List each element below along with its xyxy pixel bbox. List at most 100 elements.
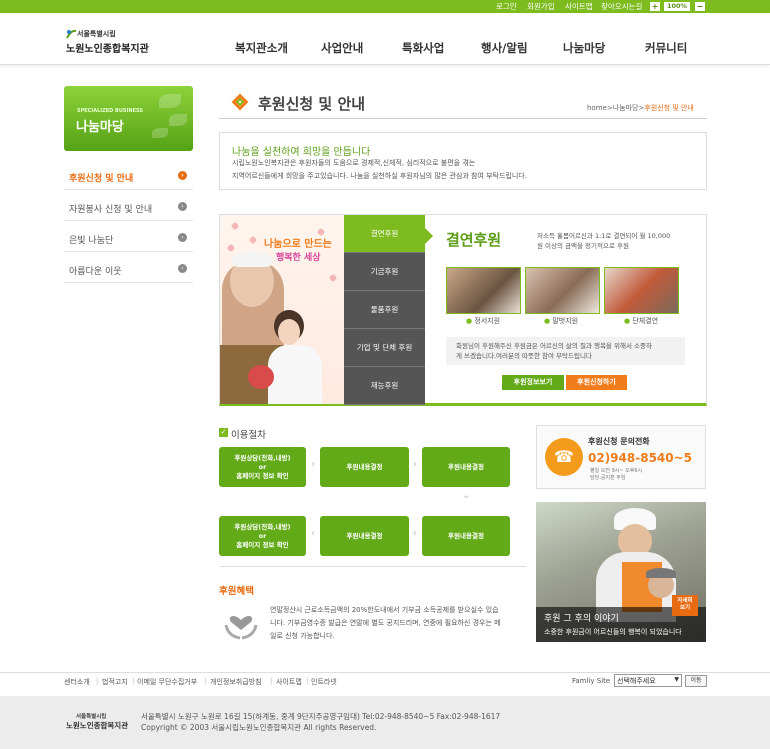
zoom-out-button[interactable]: − <box>695 2 705 11</box>
caption-companion: ● 말벗지원 <box>544 316 578 326</box>
tab-goods[interactable]: 물품후원 <box>344 291 425 329</box>
contact-person: 담당:공지훈 주임 <box>590 475 626 481</box>
tab-sponsorship[interactable]: 결연후원 <box>344 215 425 253</box>
footer-sep: | <box>306 677 309 685</box>
chevron-down-icon: ▼ <box>674 676 679 683</box>
sidebar-item-volunteer[interactable]: 자원봉사 신청 및 안내 › <box>64 191 193 221</box>
family-site-select[interactable]: 선택해주세요 ▼ <box>614 674 682 687</box>
header <box>0 13 770 65</box>
photo-companion <box>525 267 600 314</box>
tab-talent[interactable]: 재능후원 <box>344 367 425 405</box>
benefit-heading: 후원혜택 <box>219 586 254 597</box>
breadcrumb-path[interactable]: home>나눔마당> <box>587 104 644 112</box>
step-decide: 후원내용결정 <box>320 447 409 487</box>
tab-pointer <box>425 228 433 244</box>
benefit-text-1: 연말정산시 근로소득금액의 20%한도내에서 기부금 소득공제를 받으실수 있습 <box>270 606 499 614</box>
side-banner-eng: SPECIALIZED BUSINESS <box>77 108 143 114</box>
arrow-icon: › <box>178 202 187 211</box>
message-line-1: 회원님이 후원해주신 후원금은 어르신의 삶의 질과 행복을 위해서 소중하 <box>456 342 652 350</box>
side-banner: SPECIALIZED BUSINESS 나눔마당 <box>64 86 193 151</box>
story-subtitle: 소중한 후원금이 어르신들의 행복이 되었습니다 <box>544 628 682 636</box>
footer-sep: | <box>204 677 207 685</box>
intro-heading: 나눔을 실천하여 희망을 만듭니다 <box>232 147 371 158</box>
gnb-sharing[interactable]: 나눔마당 <box>563 40 605 56</box>
footer-divider <box>0 672 770 673</box>
intro-text-1: 시립노원노인복지관은 후원자들의 도움으로 경제적,신체적, 심리적으로 불편을… <box>232 159 476 167</box>
panel-title: 결연후원 <box>446 231 502 249</box>
step-line: 후원내용결정 <box>346 462 383 471</box>
caption-group: ● 단체결연 <box>624 316 658 326</box>
gnb-special[interactable]: 특화사업 <box>402 40 444 56</box>
slogan-line-2: 행복한 세상 <box>276 253 321 263</box>
tab-corporate[interactable]: 기업 및 단체 후원 <box>344 329 425 367</box>
page-title: 후원신청 및 안내 <box>258 95 366 113</box>
footer-link-center[interactable]: 센터소개 <box>64 677 90 687</box>
step-decide-4: 후원내용결정 <box>422 516 510 556</box>
contact-number: 02)948-8540~5 <box>588 451 693 465</box>
arrow-icon: › <box>178 233 187 242</box>
panel-desc-1: 저소득 홀몸어르신과 1:1로 결연되어 월 10,000 <box>537 232 671 240</box>
sidebar-item-silver[interactable]: 은빛 나눔단 › <box>64 222 193 252</box>
gnb-community[interactable]: 커뮤니티 <box>645 40 687 56</box>
chevron-right-icon: › <box>311 459 316 470</box>
step-consult-2: 후원상담(전화,내방) or 홈페이지 정보 확인 <box>219 516 306 556</box>
zoom-in-button[interactable]: + <box>650 2 660 11</box>
sidebar-item-label: 아름다운 이웃 <box>69 267 122 277</box>
sidebar-item-label: 후원신청 및 안내 <box>69 174 134 184</box>
photo-emotional <box>446 267 521 314</box>
footer-link-legal[interactable]: 법적고지 <box>102 677 128 687</box>
footer-copyright: Copyright © 2003 서울시립노원노인종합복지관 All right… <box>141 723 377 732</box>
sidebar-item-neighbor[interactable]: 아름다운 이웃 › <box>64 253 193 283</box>
directions-link[interactable]: 찾아오시는길 <box>601 1 642 12</box>
step-line: 후원내용결정 <box>448 462 484 471</box>
sitemap-link[interactable]: 사이트맵 <box>565 1 593 12</box>
gnb-about[interactable]: 복지관소개 <box>235 40 288 56</box>
title-divider <box>219 118 707 119</box>
logo-icon <box>66 29 77 39</box>
step-line: 후원내용결정 <box>346 531 383 540</box>
sidebar-item-donation[interactable]: 후원신청 및 안내 › <box>64 160 193 190</box>
donation-apply-button[interactable]: 후원신청하기 <box>566 375 627 390</box>
footer-link-privacy[interactable]: 개인정보취급방침 <box>210 677 262 687</box>
benefit-text-3: 일로 신청 가능합니다. <box>270 632 335 640</box>
benefit-text-2: 니다. 기부금영수증 발급은 연말에 별도 공지드리며, 연중에 필요하신 경우… <box>270 619 501 627</box>
caption-text: 단체결연 <box>632 317 659 325</box>
process-heading: 이용절차 <box>231 430 266 441</box>
message-line-2: 게 쓰겠습니다.여러분의 따뜻한 참여 부탁드립니다 <box>456 352 592 360</box>
donation-info-button[interactable]: 후원정보보기 <box>502 375 564 390</box>
footer-link-intranet[interactable]: 인트라넷 <box>311 677 337 687</box>
family-site-label: Famliy Site <box>572 677 611 685</box>
step-line: or <box>258 462 267 471</box>
check-icon: ✓ <box>219 428 228 437</box>
chevron-right-icon: › <box>413 459 418 470</box>
tab-fund[interactable]: 기금후원 <box>344 253 425 291</box>
signup-link[interactable]: 회원가입 <box>527 1 555 12</box>
footer-address: 서울특별시 노원구 노원로 16길 15(하계동, 중계 9단지주공영구임대) … <box>141 712 501 721</box>
gnb-programs[interactable]: 사업안내 <box>321 40 363 56</box>
logo-city[interactable]: 서울특별시립 <box>77 29 116 39</box>
caption-emotional: ● 정서지원 <box>466 316 500 326</box>
footer-link-email[interactable]: 이메일 무단수집거부 <box>137 677 197 687</box>
gnb-events[interactable]: 행사/알림 <box>481 40 528 56</box>
login-link[interactable]: 로그인 <box>496 1 517 12</box>
sidebar-item-label: 은빛 나눔단 <box>69 236 114 246</box>
story-title: 후원 그 후의 이야기 <box>544 614 619 624</box>
chevron-left-icon: ‹ <box>413 528 418 539</box>
diamond-icon <box>231 93 249 111</box>
step-line: 후원내용결정 <box>448 531 484 540</box>
story-more-button[interactable]: 자세히 보기 <box>672 595 698 616</box>
family-site-go-button[interactable]: 이동 <box>685 675 707 687</box>
footer-sep: | <box>132 677 135 685</box>
heart-hands-icon <box>224 615 258 640</box>
chevron-left-icon: ‹ <box>311 528 316 539</box>
bullet-icon: ● <box>624 317 631 325</box>
sidebar-item-label: 자원봉사 신청 및 안내 <box>69 205 153 215</box>
zoom-level: 100% <box>664 2 690 11</box>
caption-text: 정서지원 <box>474 317 501 325</box>
step-line: 후원상담(전화,내방) <box>234 453 291 462</box>
footer-link-sitemap[interactable]: 사이트맵 <box>276 677 302 687</box>
panel-message: 회원님이 후원해주신 후원금은 어르신의 삶의 질과 행복을 위해서 소중하게 … <box>446 337 685 365</box>
logo-name[interactable]: 노원노인종합복지관 <box>66 40 149 55</box>
step-consult: 후원상담(전화,내방) or 홈페이지 정보 확인 <box>219 447 306 487</box>
step-line: 홈페이지 정보 확인 <box>236 540 289 549</box>
